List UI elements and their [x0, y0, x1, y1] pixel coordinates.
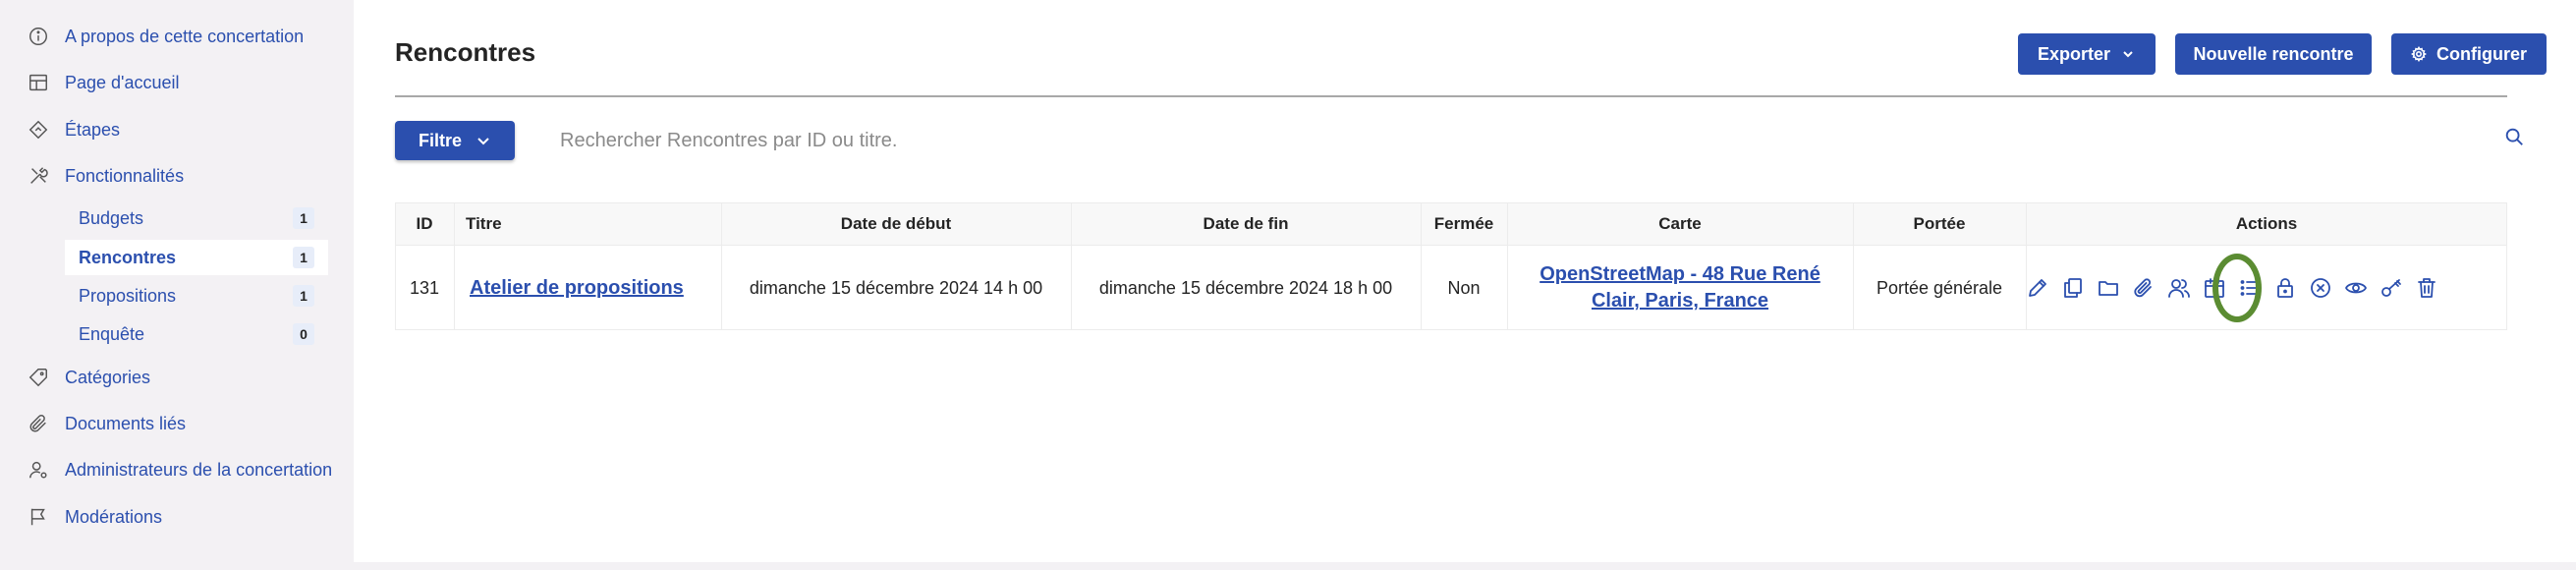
- sidebar-item-label: Fonctionnalités: [65, 165, 185, 186]
- count-badge: 1: [293, 247, 314, 268]
- folder-icon: [2099, 281, 2118, 296]
- column-header-end-date[interactable]: Date de fin: [1071, 202, 1421, 246]
- pencil-icon: [2029, 279, 2046, 297]
- cell-end-date: dimanche 15 décembre 2024 18 h 00: [1098, 277, 1393, 298]
- column-header-start-date[interactable]: Date de début: [721, 202, 1071, 246]
- sidebar-subitem-budgets[interactable]: Budgets 1: [65, 200, 328, 236]
- sidebar-item-about[interactable]: A propos de cette concertation: [28, 17, 304, 56]
- preview-action[interactable]: [2344, 276, 2368, 300]
- filter-button[interactable]: Filtre: [395, 121, 515, 160]
- layout-grid-icon: [29, 74, 47, 91]
- new-meeting-button[interactable]: Nouvelle rencontre: [2175, 33, 2372, 75]
- cell-map: OpenStreetMap - 48 Rue René Clair, Paris…: [1507, 246, 1853, 330]
- column-header-map: Carte: [1658, 214, 1702, 233]
- copy-icon: [2064, 278, 2082, 298]
- sidebar-item-label: Administrateurs de la concertation: [65, 459, 333, 480]
- filter-button-label: Filtre: [418, 130, 462, 150]
- sidebar-item-label: A propos de cette concertation: [65, 26, 305, 46]
- page-title: Rencontres: [395, 37, 536, 67]
- highlight-ring: [2212, 254, 2262, 322]
- map-link-line2: Clair, Paris, France: [1591, 290, 1769, 312]
- duplicate-action[interactable]: [2061, 276, 2085, 300]
- attachments-action[interactable]: [2132, 276, 2156, 300]
- sidebar-item-label: Catégories: [65, 367, 151, 387]
- cell-title: Atelier de propositions: [454, 246, 721, 330]
- sidebar-item-moderations[interactable]: Modérations: [28, 497, 162, 537]
- export-button[interactable]: Exporter: [2018, 33, 2156, 75]
- gear-icon: [2411, 46, 2427, 62]
- sidebar-item-documents[interactable]: Documents liés: [28, 404, 186, 443]
- sidebar-item-features[interactable]: Fonctionnalités: [28, 156, 184, 196]
- count-badge: 0: [293, 323, 314, 345]
- trash-icon: [2418, 278, 2436, 298]
- column-header-title[interactable]: Titre: [454, 202, 721, 246]
- sidebar-subitem-label: Rencontres: [79, 247, 177, 267]
- paperclip-icon: [29, 415, 46, 432]
- map-link-line1: OpenStreetMap - 48 Rue René: [1540, 263, 1820, 285]
- sidebar-item-label: Modérations: [65, 506, 163, 527]
- sidebar-item-homepage[interactable]: Page d'accueil: [28, 63, 180, 102]
- diamond-route-icon: [28, 120, 48, 140]
- map-link[interactable]: OpenStreetMap - 48 Rue René Clair, Paris…: [1540, 261, 1820, 314]
- sidebar-subitem-label: Budgets: [79, 207, 144, 228]
- cell-id: 131: [409, 277, 440, 298]
- info-circle-icon: [29, 28, 47, 45]
- sidebar-subitem-rencontres[interactable]: Rencontres 1: [65, 240, 328, 275]
- meeting-title-link[interactable]: Atelier de propositions: [470, 275, 684, 302]
- configure-button-label: Configurer: [2436, 43, 2527, 64]
- folder-action[interactable]: [2097, 276, 2120, 300]
- main-content: Rencontres Exporter Nouvelle rencontre C…: [354, 0, 2576, 562]
- tag-icon: [28, 369, 47, 387]
- sidebar-subitem-label: Enquête: [79, 323, 145, 344]
- sidebar-subitem-propositions[interactable]: Propositions 1: [65, 278, 328, 314]
- column-header-scope: Portée: [1913, 214, 1966, 233]
- close-meeting-action[interactable]: [2273, 276, 2297, 300]
- search-icon[interactable]: [2503, 126, 2525, 147]
- tools-icon: [30, 167, 48, 184]
- column-header-actions: Actions: [2235, 214, 2298, 233]
- count-badge: 1: [293, 207, 314, 229]
- cell-scope: Portée générale: [1876, 277, 2003, 298]
- registrations-action[interactable]: [2167, 276, 2191, 300]
- title-divider: [395, 95, 2507, 97]
- users-icon: [2168, 279, 2190, 298]
- paperclip-icon: [2134, 278, 2152, 298]
- lock-icon: [2277, 278, 2293, 298]
- eye-icon: [2345, 282, 2367, 294]
- edit-action[interactable]: [2026, 276, 2049, 300]
- unpublish-action[interactable]: [2309, 276, 2332, 300]
- column-header-id[interactable]: ID: [395, 202, 454, 246]
- sidebar-item-label: Page d'accueil: [65, 72, 180, 92]
- cell-closed: Non: [1447, 277, 1481, 298]
- sidebar-subitem-label: Propositions: [79, 285, 177, 306]
- x-circle-icon: [2311, 278, 2330, 298]
- column-divider: [2026, 202, 2027, 330]
- flag-icon: [30, 508, 45, 526]
- sidebar-item-steps[interactable]: Étapes: [28, 110, 120, 149]
- sidebar-item-label: Documents liés: [65, 413, 187, 433]
- new-meeting-button-label: Nouvelle rencontre: [2193, 43, 2354, 64]
- column-header-closed[interactable]: Fermée: [1421, 202, 1507, 246]
- sidebar-subitem-enquete[interactable]: Enquête 0: [65, 316, 328, 352]
- sidebar-item-categories[interactable]: Catégories: [28, 358, 150, 397]
- user-gear-icon: [29, 461, 47, 479]
- chevron-down-icon: [477, 138, 489, 145]
- page-bottom-strip: [0, 562, 2576, 570]
- sidebar-item-admins[interactable]: Administrateurs de la concertation: [28, 450, 332, 489]
- key-icon: [2381, 279, 2401, 297]
- search-input[interactable]: [560, 122, 2476, 159]
- cell-start-date: dimanche 15 décembre 2024 14 h 00: [749, 277, 1043, 298]
- configure-button[interactable]: Configurer: [2391, 33, 2547, 75]
- count-badge: 1: [293, 285, 314, 307]
- chevron-down-icon: [2123, 51, 2133, 58]
- sidebar-item-label: Étapes: [65, 119, 121, 140]
- delete-action[interactable]: [2415, 276, 2438, 300]
- export-button-label: Exporter: [2037, 43, 2111, 64]
- sidebar: A propos de cette concertation Page d'ac…: [0, 0, 354, 562]
- permissions-action[interactable]: [2380, 276, 2403, 300]
